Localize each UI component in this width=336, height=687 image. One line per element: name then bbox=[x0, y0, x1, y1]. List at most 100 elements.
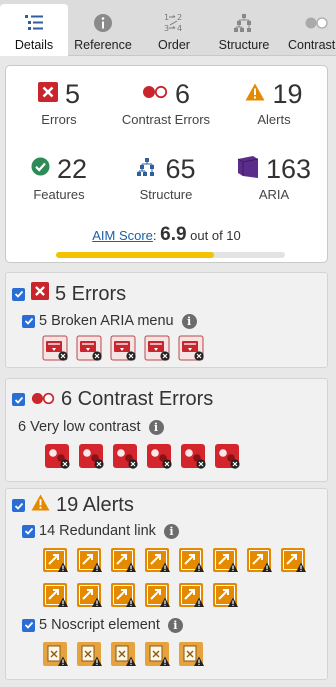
info-icon[interactable]: i bbox=[163, 523, 179, 539]
noscript-element-label: 5 Noscript element bbox=[39, 617, 160, 633]
very-low-contrast-icon[interactable] bbox=[146, 443, 172, 469]
broken-aria-menu-icon[interactable] bbox=[110, 335, 136, 361]
error-icon bbox=[31, 282, 49, 306]
score-bar-fill bbox=[56, 252, 214, 258]
alert-icon bbox=[31, 494, 50, 517]
info-icon bbox=[91, 12, 115, 34]
svg-text:1: 1 bbox=[164, 13, 169, 22]
tab-reference[interactable]: Reference bbox=[68, 4, 138, 56]
redundant-link-icon[interactable] bbox=[42, 582, 68, 608]
redundant-link-icon[interactable] bbox=[76, 582, 102, 608]
structure-icon bbox=[232, 12, 256, 34]
summary-card: 5 Errors 6 Contrast Errors 19 Alerts 22 … bbox=[5, 65, 328, 263]
contrast-error-icon bbox=[142, 85, 168, 104]
stat-features[interactable]: 22 Features bbox=[7, 154, 111, 202]
very-low-contrast-icon[interactable] bbox=[44, 443, 70, 469]
redundant-link-icon[interactable] bbox=[42, 547, 68, 573]
structure-label: Structure bbox=[139, 187, 193, 202]
very-low-contrast-icon[interactable] bbox=[180, 443, 206, 469]
info-icon[interactable]: i bbox=[181, 313, 197, 329]
alert-icon bbox=[245, 83, 265, 106]
broken-aria-menu-icon[interactable] bbox=[76, 335, 102, 361]
svg-text:2: 2 bbox=[177, 13, 182, 22]
score-suffix: out of 10 bbox=[186, 228, 241, 243]
contrast-count: 6 bbox=[174, 79, 191, 109]
broken-aria-menu-label: 5 Broken ARIA menu bbox=[39, 313, 174, 329]
redundant-link-icon[interactable] bbox=[110, 547, 136, 573]
errors-panel: 5 Errors 5 Broken ARIA menu i bbox=[5, 272, 328, 368]
noscript-element-icon[interactable] bbox=[144, 641, 170, 667]
errors-panel-header: 5 Errors bbox=[12, 282, 126, 306]
alerts-panel-title: 19 Alerts bbox=[56, 494, 134, 516]
structure-icon bbox=[136, 157, 158, 182]
info-icon[interactable]: i bbox=[167, 617, 183, 633]
tab-order[interactable]: 1234 Order bbox=[138, 4, 210, 56]
redundant-link-icon[interactable] bbox=[144, 582, 170, 608]
redundant-link-icon[interactable] bbox=[212, 582, 238, 608]
info-icon[interactable]: i bbox=[148, 419, 164, 435]
errors-panel-title: 5 Errors bbox=[55, 282, 127, 305]
noscript-element-item: 5 Noscript element i bbox=[22, 617, 183, 633]
feature-icon bbox=[31, 157, 50, 181]
very-low-contrast-icons bbox=[44, 443, 240, 469]
noscript-element-icons bbox=[42, 641, 204, 667]
tab-details[interactable]: Details bbox=[0, 4, 68, 56]
broken-aria-menu-icon[interactable] bbox=[178, 335, 204, 361]
redundant-link-checkbox[interactable] bbox=[22, 524, 35, 538]
alerts-label: Alerts bbox=[257, 112, 291, 127]
very-low-contrast-label: 6 Very low contrast bbox=[18, 419, 141, 435]
redundant-link-icon[interactable] bbox=[144, 547, 170, 573]
broken-aria-menu-icons bbox=[42, 335, 204, 361]
redundant-link-icon[interactable] bbox=[178, 582, 204, 608]
broken-aria-menu-checkbox[interactable] bbox=[22, 314, 35, 328]
noscript-element-icon[interactable] bbox=[42, 641, 68, 667]
aria-count: 163 bbox=[265, 154, 312, 184]
tab-label: Contrast bbox=[288, 38, 336, 52]
noscript-element-icon[interactable] bbox=[110, 641, 136, 667]
contrast-panel-header: 6 Contrast Errors bbox=[12, 388, 213, 411]
aim-score-link[interactable]: AIM Score bbox=[92, 228, 153, 243]
stat-aria[interactable]: 163 ARIA bbox=[222, 154, 326, 202]
redundant-link-icon[interactable] bbox=[76, 547, 102, 573]
redundant-link-icon[interactable] bbox=[178, 547, 204, 573]
very-low-contrast-icon[interactable] bbox=[112, 443, 138, 469]
redundant-link-icon[interactable] bbox=[110, 582, 136, 608]
noscript-element-icon[interactable] bbox=[178, 641, 204, 667]
aria-label: ARIA bbox=[258, 187, 290, 202]
contrast-label: Contrast Errors bbox=[121, 112, 211, 127]
redundant-link-icon[interactable] bbox=[280, 547, 306, 573]
noscript-checkbox[interactable] bbox=[22, 618, 35, 632]
errors-checkbox[interactable] bbox=[12, 287, 25, 301]
aria-icon bbox=[237, 155, 259, 184]
aim-score: AIM Score: 6.9 out of 10 bbox=[6, 224, 327, 246]
tab-contrast[interactable]: Contrast bbox=[278, 4, 336, 56]
redundant-link-icon[interactable] bbox=[246, 547, 272, 573]
redundant-link-icon[interactable] bbox=[212, 547, 238, 573]
stat-alerts[interactable]: 19 Alerts bbox=[222, 79, 326, 127]
stat-contrast[interactable]: 6 Contrast Errors bbox=[110, 79, 222, 127]
very-low-contrast-item: 6 Very low contrast i bbox=[18, 419, 164, 435]
contrast-checkbox[interactable] bbox=[12, 393, 25, 406]
order-icon: 1234 bbox=[162, 12, 186, 34]
broken-aria-menu-icon[interactable] bbox=[144, 335, 170, 361]
stat-structure[interactable]: 65 Structure bbox=[110, 154, 222, 202]
structure-count: 65 bbox=[165, 154, 196, 184]
redundant-link-label: 14 Redundant link bbox=[39, 523, 156, 539]
tab-structure[interactable]: Structure bbox=[210, 4, 278, 56]
contrast-icon bbox=[304, 12, 328, 34]
tab-bar: Details Reference 1234 Order Structure C… bbox=[0, 0, 336, 56]
alerts-count: 19 bbox=[272, 79, 303, 109]
stat-errors[interactable]: 5 Errors bbox=[7, 79, 111, 127]
tab-label: Details bbox=[14, 38, 54, 52]
tab-label: Structure bbox=[218, 38, 270, 52]
alerts-checkbox[interactable] bbox=[12, 499, 25, 512]
broken-aria-menu-icon[interactable] bbox=[42, 335, 68, 361]
contrast-panel-title: 6 Contrast Errors bbox=[61, 388, 214, 410]
very-low-contrast-icon[interactable] bbox=[78, 443, 104, 469]
noscript-element-icon[interactable] bbox=[76, 641, 102, 667]
features-label: Features bbox=[33, 187, 85, 202]
errors-label: Errors bbox=[41, 112, 77, 127]
svg-text:3: 3 bbox=[164, 24, 169, 33]
score-value: 6.9 bbox=[160, 224, 187, 245]
very-low-contrast-icon[interactable] bbox=[214, 443, 240, 469]
